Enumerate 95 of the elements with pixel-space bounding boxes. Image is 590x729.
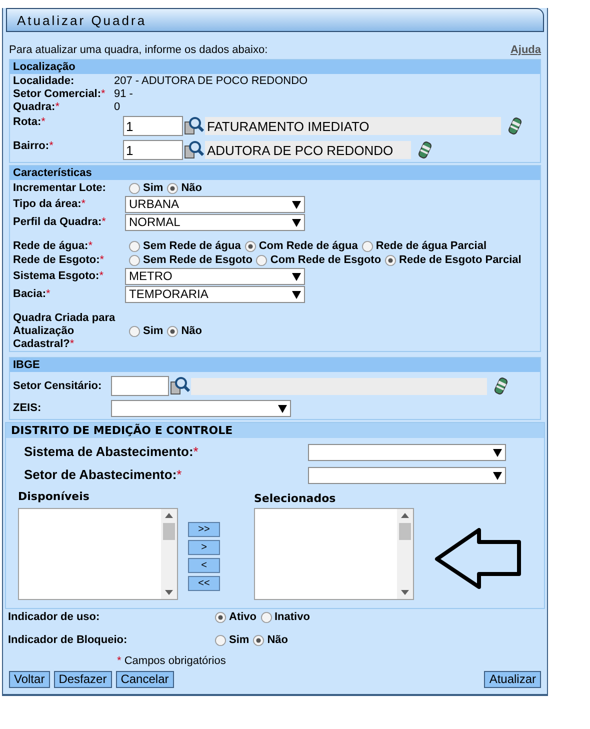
radio-label: Não: [181, 325, 202, 338]
action-button[interactable]: Voltar: [9, 671, 50, 688]
transfer-button[interactable]: >>: [188, 522, 220, 537]
radio-button[interactable]: [260, 612, 272, 623]
radio-button[interactable]: [167, 183, 178, 194]
radio-button[interactable]: [385, 255, 396, 266]
scrollbar[interactable]: [397, 509, 413, 599]
field-value: 91 -: [114, 88, 133, 101]
field-label: Rede de água:*: [13, 240, 92, 252]
field-label: Incrementar Lote:: [13, 182, 106, 194]
field-label: Setor Censitário:: [13, 380, 102, 392]
field-label: Sistema de Abastecimento:*: [24, 444, 198, 459]
radio-label: Rede de água Parcial: [376, 240, 487, 253]
dropdown[interactable]: NORMAL: [125, 214, 305, 231]
radio-label: Sem Rede de Esgoto: [143, 254, 252, 267]
field-label: Tipo da área:*: [13, 198, 86, 210]
field-label: Setor Comercial:*: [13, 88, 106, 100]
field-label: Quadra:*: [13, 101, 60, 113]
radio-label: Ativo: [229, 611, 256, 624]
field-label: Indicador de uso:: [8, 611, 100, 623]
action-button[interactable]: Atualizar: [484, 671, 541, 688]
radio-label: Com Rede de água: [258, 240, 358, 253]
scrollbar[interactable]: [161, 509, 177, 599]
radio-label: Não: [181, 182, 202, 195]
dropdown[interactable]: METRO: [125, 268, 305, 285]
field-label: Quadra Criada para Atualização Cadastral?*: [13, 312, 116, 350]
search-icon[interactable]: [184, 116, 204, 136]
radio-button[interactable]: [129, 255, 140, 266]
radio-button[interactable]: [253, 635, 264, 646]
radio-button[interactable]: [167, 326, 178, 337]
dropdown[interactable]: URBANA: [125, 196, 305, 213]
section-header: Localização: [10, 60, 540, 74]
transfer-button[interactable]: <<: [188, 576, 220, 591]
field-value: 0: [114, 101, 120, 114]
intro-text: Para atualizar uma quadra, informe os dados abaixo:: [9, 44, 268, 57]
list-box[interactable]: [18, 508, 178, 600]
search-icon[interactable]: [170, 376, 190, 396]
field-label: Indicador de Bloqueio:: [8, 634, 128, 646]
radio-label: Com Rede de Esgoto: [270, 254, 382, 267]
arrow-icon: [434, 528, 522, 590]
description-field: FATURAMENTO IMEDIATO: [205, 117, 501, 135]
radio-button[interactable]: [129, 326, 140, 337]
code-field[interactable]: 1: [123, 116, 183, 136]
field-label: Bacia:*: [13, 288, 50, 300]
field-label: Setor de Abastecimento:*: [24, 467, 182, 482]
dropdown[interactable]: [111, 400, 291, 417]
title-bar: Atualizar Quadra: [6, 8, 544, 32]
list-title: Selecionados: [254, 492, 337, 505]
field-label: Rota:*: [13, 116, 46, 128]
section-header: Características: [10, 166, 540, 180]
radio-label: Sim: [143, 325, 164, 338]
radio-label: Sem Rede de água: [143, 240, 241, 253]
list-box[interactable]: [254, 508, 414, 600]
caret-icon: [493, 448, 502, 456]
caret-icon: [292, 290, 301, 298]
search-icon[interactable]: [184, 140, 204, 160]
caret-icon: [278, 404, 287, 412]
caret-icon: [292, 200, 301, 208]
radio-button[interactable]: [215, 612, 226, 623]
transfer-button[interactable]: >: [188, 540, 220, 555]
radio-button[interactable]: [129, 183, 140, 194]
field-label: Localidade:: [13, 75, 74, 87]
code-field[interactable]: [111, 376, 169, 396]
caret-icon: [292, 218, 301, 226]
field-label: ZEIS:: [13, 402, 42, 414]
radio-button[interactable]: [129, 241, 140, 252]
list-title: Disponíveis: [18, 490, 90, 503]
field-value: 207 - ADUTORA DE POCO REDONDO: [114, 75, 308, 88]
help-link[interactable]: Ajuda: [510, 44, 541, 57]
dropdown[interactable]: [308, 467, 506, 484]
description-field: ADUTORA DE PCO REDONDO: [205, 141, 411, 159]
radio-button[interactable]: [362, 241, 373, 252]
radio-button[interactable]: [215, 635, 226, 646]
code-field[interactable]: 1: [123, 140, 183, 160]
radio-label: Sim: [143, 182, 164, 195]
field-label: Perfil da Quadra:*: [13, 216, 106, 228]
dropdown[interactable]: [308, 444, 506, 461]
section-header: DISTRITO DE MEDIÇÃO E CONTROLE: [6, 423, 544, 438]
caret-icon: [493, 472, 502, 480]
action-button[interactable]: Cancelar: [116, 671, 174, 688]
radio-label: Não: [267, 634, 288, 647]
transfer-button[interactable]: <: [188, 558, 220, 573]
required-note: * Campos obrigatórios: [117, 655, 227, 668]
action-button[interactable]: Desfazer: [54, 671, 112, 688]
radio-label: Sim: [229, 634, 250, 647]
field-label: Rede de Esgoto:*: [13, 254, 104, 266]
caret-icon: [292, 272, 301, 280]
radio-label: Inativo: [274, 611, 310, 624]
field-label: Sistema Esgoto:*: [13, 270, 104, 282]
field-label: Bairro:*: [13, 140, 54, 152]
dropdown[interactable]: TEMPORARIA: [125, 286, 305, 303]
section-header: IBGE: [10, 358, 540, 372]
radio-button[interactable]: [244, 241, 256, 252]
radio-label: Rede de Esgoto Parcial: [399, 254, 522, 267]
radio-button[interactable]: [256, 255, 268, 266]
